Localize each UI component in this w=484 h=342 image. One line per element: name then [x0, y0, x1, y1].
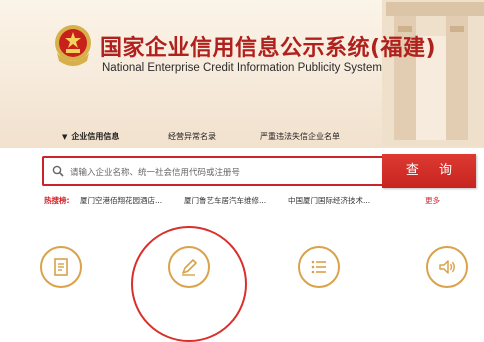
- hot-search-bar: 热搜榜: 厦门空港佰翔花园酒店... 厦门鲁艺车居汽车维修... 中国厦门国际经…: [44, 195, 444, 207]
- page-title: 国家企业信用信息公示系统(福建): [100, 36, 437, 61]
- document-icon: [54, 258, 68, 276]
- caret-down-icon: ▼: [62, 133, 68, 141]
- feature-speaker-button[interactable]: [426, 246, 468, 288]
- tab-label: 企业信用信息: [71, 132, 120, 141]
- search-button[interactable]: 查 询: [382, 154, 476, 188]
- page-subtitle: National Enterprise Credit Information P…: [102, 62, 382, 74]
- search-input[interactable]: 请输入企业名称、统一社会信用代码或注册号: [42, 156, 382, 186]
- search-type-tabs: ▼ 企业信用信息 经营异常名录 严重违法失信企业名单: [62, 131, 422, 145]
- header-banner: 国家企业信用信息公示系统(福建) National Enterprise Cre…: [0, 0, 484, 148]
- pen-icon: [182, 259, 197, 276]
- search-icon: [52, 165, 64, 177]
- tab-label: 经营异常名录: [168, 132, 216, 141]
- feature-list-button[interactable]: [298, 246, 340, 288]
- more-link[interactable]: 更多: [425, 195, 440, 206]
- hot-search-item[interactable]: 中国厦门国际经济技术...: [288, 195, 370, 206]
- feature-document-button[interactable]: [40, 246, 82, 288]
- tab-abnormal-list[interactable]: 经营异常名录: [168, 131, 216, 142]
- hot-search-item[interactable]: 厦门空港佰翔花园酒店...: [80, 195, 162, 206]
- speaker-icon: [439, 260, 455, 274]
- hot-search-item[interactable]: 厦门鲁艺车居汽车维修...: [184, 195, 266, 206]
- national-emblem-icon: [55, 25, 91, 66]
- tab-serious-violation-list[interactable]: 严重违法失信企业名单: [260, 131, 340, 142]
- hot-search-label: 热搜榜:: [44, 196, 70, 205]
- search-placeholder: 请输入企业名称、统一社会信用代码或注册号: [70, 168, 241, 178]
- feature-pen-button[interactable]: [168, 246, 210, 288]
- building-gate-illustration: [382, 0, 484, 146]
- tab-enterprise-credit[interactable]: ▼ 企业信用信息: [62, 131, 119, 142]
- list-icon: [311, 260, 326, 274]
- tab-label: 严重违法失信企业名单: [260, 132, 340, 141]
